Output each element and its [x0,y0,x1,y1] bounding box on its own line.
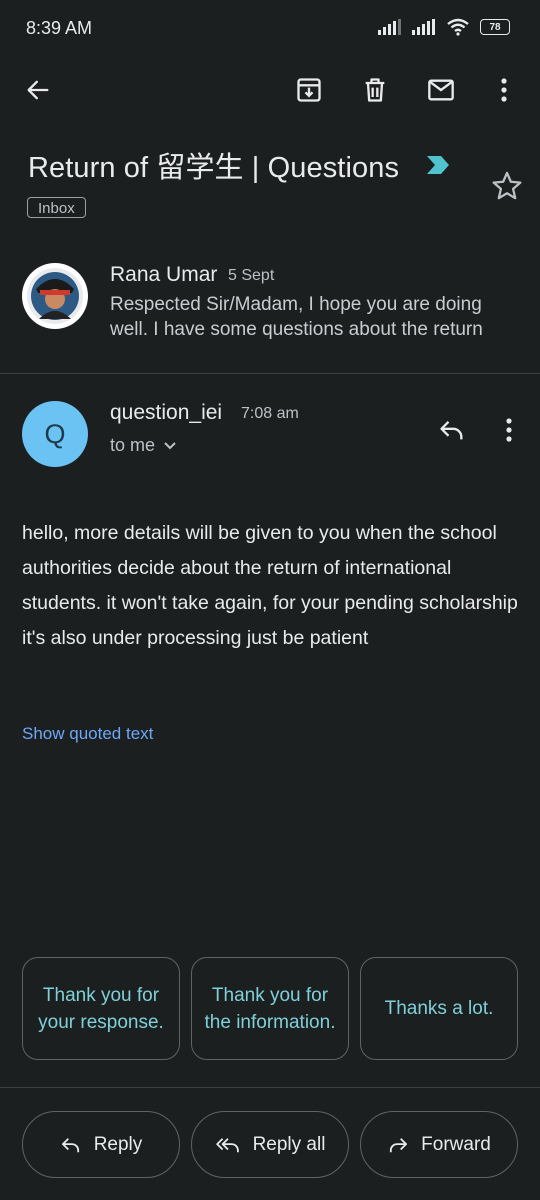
message-body: hello, more details will be given to you… [22,522,518,649]
wifi-icon [447,18,469,36]
divider [0,373,540,374]
star-icon[interactable] [490,169,524,203]
mail-icon [428,79,454,101]
smart-reply-chip[interactable]: Thank you for the information. [191,957,349,1060]
divider [0,1087,540,1088]
archive-icon [297,78,321,102]
forward-icon [390,1137,408,1152]
back-arrow-icon [27,80,49,100]
battery-icon: 78 [480,19,510,35]
avatar[interactable]: Q [22,401,88,467]
reply-icon-button[interactable] [432,410,472,450]
recipient-label: to me [110,435,156,455]
importance-marker-icon[interactable] [425,154,451,176]
archive-button[interactable] [289,70,329,110]
recipient-details-toggle[interactable]: to me [110,435,177,456]
message-snippet: Respected Sir/Madam, I hope you are doin… [110,294,483,340]
more-options-button[interactable] [484,70,524,110]
signal-icon [378,19,401,35]
reply-label: Reply [93,1133,143,1155]
reply-button[interactable]: Reply [22,1111,180,1178]
status-time: 8:39 AM [26,18,93,38]
sender-name: question_iei [110,401,223,424]
reply-all-label: Reply all [252,1133,326,1155]
forward-button[interactable]: Forward [360,1111,518,1178]
reply-icon [61,1137,79,1152]
smart-reply-chip[interactable]: Thanks a lot. [360,957,518,1060]
message-time: 7:08 am [241,405,299,422]
inbox-label-chip[interactable]: Inbox [27,197,86,218]
message-date: 5 Sept [228,267,275,284]
status-bar: 8:39 AM 78 [0,0,540,58]
message-more-button[interactable] [494,410,524,450]
avatar[interactable] [22,263,88,329]
show-quoted-text-link[interactable]: Show quoted text [22,724,153,744]
chevron-down-icon [164,441,176,449]
status-icons: 78 [378,18,510,36]
reply-all-icon [215,1137,239,1152]
reply-icon [440,421,463,440]
back-button[interactable] [18,70,58,110]
trash-icon [365,78,385,102]
reply-all-button[interactable]: Reply all [191,1111,349,1178]
forward-label: Forward [421,1133,491,1155]
signal-icon [412,19,435,35]
thread-subject: Return of 留学生 | Questions [28,152,400,184]
delete-button[interactable] [355,70,395,110]
more-vert-icon [501,78,507,102]
smart-reply-chip[interactable]: Thank you for your response. [22,957,180,1060]
email-thread-screen: 8:39 AM 78 Return of 留学生 | Questions Inb… [0,0,540,1200]
profile-photo-icon [27,268,83,324]
mark-unread-button[interactable] [421,70,461,110]
more-vert-icon [506,418,512,442]
sender-name: Rana Umar [110,263,218,286]
